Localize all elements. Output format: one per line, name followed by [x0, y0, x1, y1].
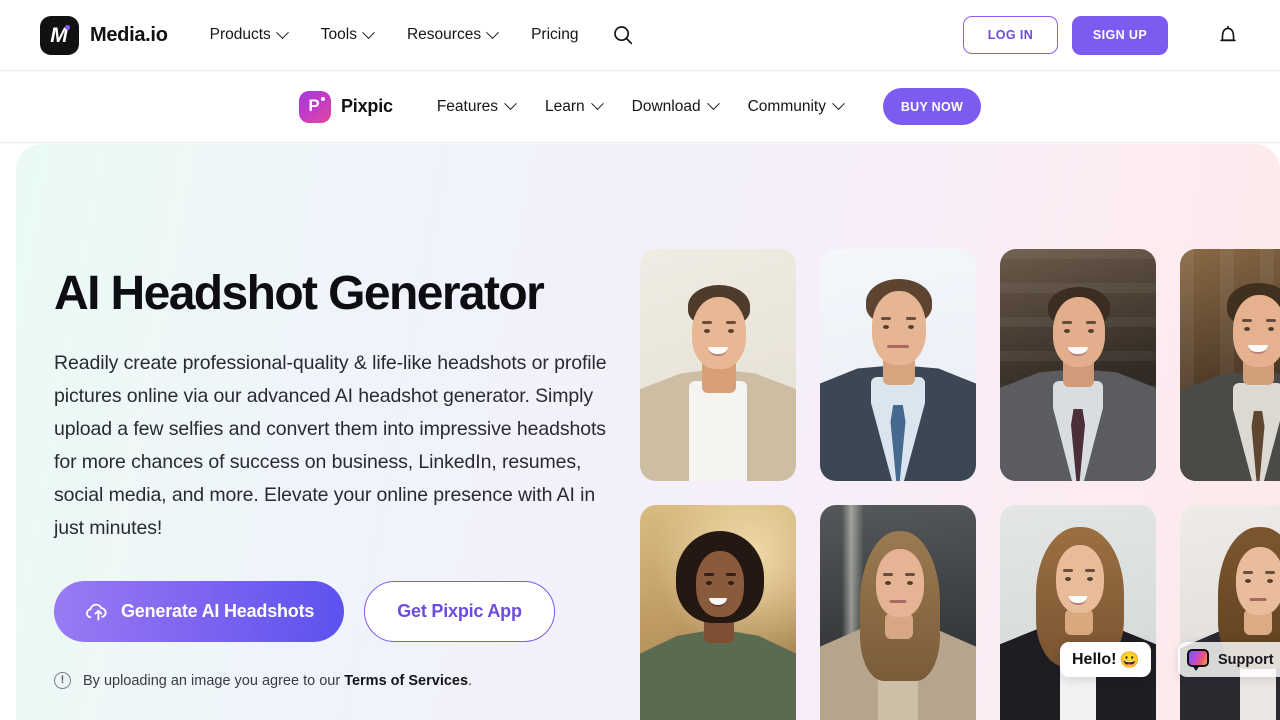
subnav-item-learn-label: Learn	[545, 97, 585, 115]
hero-copy: AI Headshot Generator Readily create pro…	[54, 267, 654, 690]
chevron-down-icon	[486, 25, 499, 39]
terms-note-text: By uploading an image you agree to our T…	[83, 673, 472, 689]
nav-item-pricing[interactable]: Pricing	[531, 26, 578, 44]
headshot-card[interactable]	[1000, 249, 1156, 481]
generate-ai-headshots-label: Generate AI Headshots	[121, 601, 315, 622]
info-icon: !	[54, 672, 71, 690]
headshot-card[interactable]	[820, 249, 976, 481]
terms-note-prefix: By uploading an image you agree to our	[83, 672, 345, 689]
generate-ai-headshots-button[interactable]: Generate AI Headshots	[54, 581, 345, 643]
subnav-item-download[interactable]: Download	[631, 97, 720, 116]
headshot-image-5	[640, 505, 796, 720]
headshot-image-4	[1180, 249, 1280, 481]
headshot-image-6	[820, 505, 976, 720]
headshot-card[interactable]	[1000, 505, 1156, 720]
nav-item-products[interactable]: Products	[209, 25, 289, 44]
subnav-item-community-label: Community	[747, 97, 826, 115]
search-button[interactable]	[608, 20, 638, 50]
nav-item-resources-label: Resources	[406, 26, 482, 43]
pixpic-mark-icon: P	[299, 90, 331, 123]
product-subnav: P Pixpic Features Learn Download Communi…	[0, 71, 1280, 143]
gallery-row-2	[640, 505, 1280, 720]
get-pixpic-app-label: Get Pixpic App	[397, 601, 522, 622]
support-button[interactable]: Support	[1178, 642, 1280, 677]
terms-note: ! By uploading an image you agree to our…	[54, 672, 654, 690]
terms-of-services-link[interactable]: Terms of Services	[344, 673, 468, 689]
subnav-item-features[interactable]: Features	[436, 97, 517, 116]
subnav-item-features-label: Features	[436, 97, 498, 115]
nav-item-tools-label: Tools	[320, 26, 357, 43]
headshot-card[interactable]	[1180, 249, 1280, 481]
notifications-button[interactable]	[1214, 21, 1242, 49]
headshot-image-2	[820, 249, 976, 481]
media-io-mark-dot	[65, 24, 70, 30]
chat-bubble-icon	[1187, 649, 1209, 671]
pixpic-brand-name: Pixpic	[341, 96, 393, 116]
terms-note-suffix: .	[468, 672, 473, 689]
subnav-item-community[interactable]: Community	[747, 97, 845, 116]
cloud-upload-icon	[86, 603, 107, 621]
pixpic-mark-letter: P	[308, 96, 320, 115]
nav-item-resources[interactable]: Resources	[406, 25, 499, 44]
headshot-card[interactable]	[640, 505, 796, 720]
page-title: AI Headshot Generator	[54, 267, 545, 320]
header-actions: LOG IN SIGN UP	[963, 15, 1242, 55]
headshot-image-1	[640, 249, 796, 481]
buy-now-button[interactable]: BUY NOW	[882, 88, 981, 125]
pixpic-mark-spark	[321, 96, 325, 101]
bell-icon	[1220, 25, 1236, 42]
pixpic-logo[interactable]: P Pixpic	[299, 90, 393, 123]
media-io-brand-name: Media.io	[90, 23, 168, 46]
chevron-down-icon	[504, 97, 517, 111]
search-icon	[614, 26, 633, 45]
nav-item-products-label: Products	[209, 26, 271, 43]
get-pixpic-app-button[interactable]: Get Pixpic App	[364, 581, 555, 643]
headshot-card[interactable]	[820, 505, 976, 720]
subnav-item-learn[interactable]: Learn	[545, 97, 604, 116]
media-io-mark-icon: M	[40, 15, 79, 55]
hero-cta-group: Generate AI Headshots Get Pixpic App	[54, 581, 654, 643]
smiley-face-icon: 😀	[1119, 651, 1140, 669]
hero-description: Readily create professional-quality & li…	[54, 352, 607, 540]
headshot-card[interactable]	[1180, 505, 1280, 720]
hello-chat-bubble[interactable]: Hello! 😀	[1060, 642, 1152, 677]
chevron-down-icon	[275, 25, 289, 39]
support-label: Support	[1218, 651, 1274, 668]
nav-item-pricing-label: Pricing	[531, 26, 579, 43]
primary-nav: Products Tools Resources Pricing	[209, 25, 578, 44]
chevron-down-icon	[706, 97, 720, 111]
gallery-row-1	[640, 249, 1280, 481]
nav-item-tools[interactable]: Tools	[320, 25, 375, 44]
chevron-down-icon	[832, 97, 845, 111]
chevron-down-icon	[590, 97, 604, 111]
sign-up-button[interactable]: SIGN UP	[1072, 15, 1168, 55]
log-in-button[interactable]: LOG IN	[963, 16, 1058, 54]
media-io-logo[interactable]: M Media.io	[40, 15, 168, 55]
headshot-image-3	[1000, 249, 1156, 481]
headshot-image-7	[1000, 505, 1156, 720]
subnav-item-download-label: Download	[631, 97, 701, 115]
headshot-image-8	[1180, 505, 1280, 720]
main-header: M Media.io Products Tools Resources Pric…	[0, 0, 1280, 71]
hero-section: AI Headshot Generator Readily create pro…	[16, 144, 1280, 720]
chevron-down-icon	[362, 25, 375, 39]
headshot-card[interactable]	[640, 249, 796, 481]
hello-chat-text: Hello!	[1072, 650, 1117, 668]
